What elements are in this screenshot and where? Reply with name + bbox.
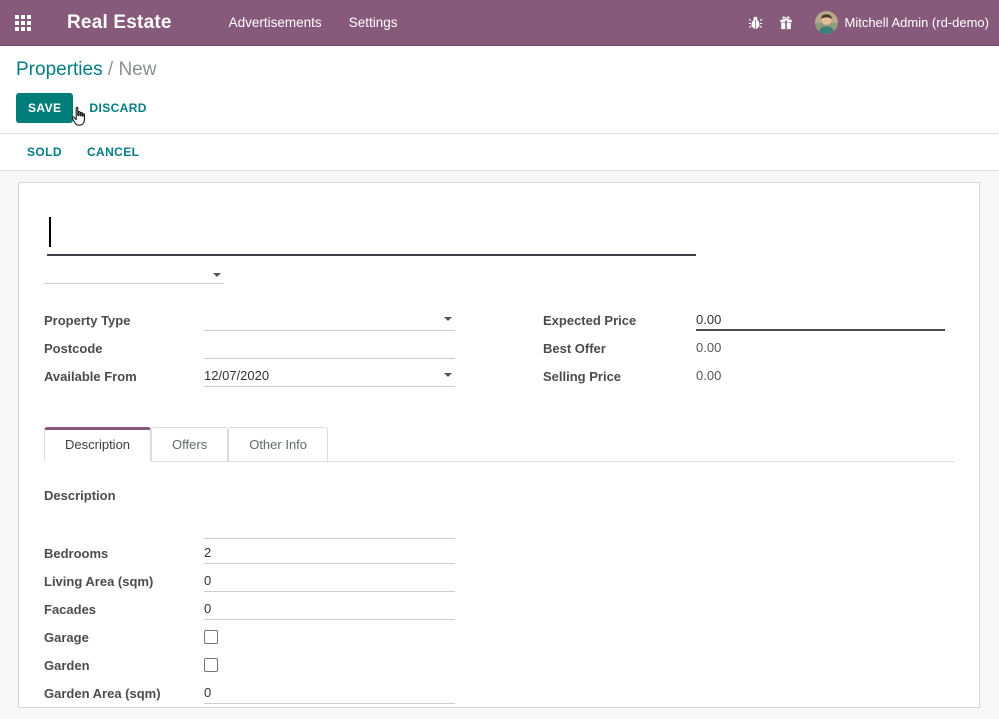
facades-input[interactable]: 0 [204, 598, 455, 620]
description-tab-content: Description Bedrooms 2 Living Area (sqm)… [44, 462, 954, 707]
available-from-label: Available From [44, 369, 204, 384]
top-navbar: Real Estate Advertisements Settings [0, 0, 999, 46]
facades-label: Facades [44, 602, 204, 617]
facades-row: Facades 0 [44, 595, 954, 623]
property-type-label: Property Type [44, 313, 204, 328]
property-type-input[interactable] [204, 309, 455, 331]
living-area-input[interactable]: 0 [204, 570, 455, 592]
property-name-input[interactable] [47, 208, 696, 256]
property-type-row: Property Type [44, 306, 499, 334]
available-from-value: 12/07/2020 [204, 368, 269, 383]
expected-price-label: Expected Price [543, 313, 696, 328]
user-avatar[interactable] [815, 11, 838, 34]
gift-icon[interactable] [771, 16, 801, 30]
chevron-down-icon [213, 273, 221, 277]
tab-other-info[interactable]: Other Info [228, 427, 328, 462]
form-statusbar: SOLD CANCEL [0, 134, 999, 171]
postcode-row: Postcode [44, 334, 499, 362]
expected-price-input[interactable]: 0.00 [696, 309, 945, 331]
chevron-down-icon [444, 317, 452, 321]
apps-grid-icon [15, 15, 31, 31]
tags-input[interactable] [44, 265, 224, 284]
apps-menu-button[interactable] [0, 0, 46, 46]
save-button-label: SAVE [28, 101, 61, 115]
selling-price-label: Selling Price [543, 369, 696, 384]
best-offer-value: 0.00 [696, 337, 945, 359]
bedrooms-input[interactable]: 2 [204, 542, 455, 564]
mouse-pointer-icon [69, 106, 88, 131]
postcode-label: Postcode [44, 341, 204, 356]
menu-advertisements[interactable]: Advertisements [229, 15, 322, 30]
cancel-button[interactable]: CANCEL [87, 145, 139, 159]
garage-checkbox[interactable] [204, 630, 218, 644]
garden-label: Garden [44, 658, 204, 673]
form-view: Property Type Postcode Available From [0, 171, 999, 719]
expected-price-row: Expected Price 0.00 [543, 306, 945, 334]
available-from-input[interactable]: 12/07/2020 [204, 365, 455, 387]
right-field-group: Expected Price 0.00 Best Offer 0.00 Sell… [543, 306, 945, 390]
chevron-down-icon [444, 373, 452, 377]
bedrooms-row: Bedrooms 2 [44, 539, 954, 567]
living-area-value: 0 [204, 573, 211, 588]
bedrooms-label: Bedrooms [44, 546, 204, 561]
garden-checkbox[interactable] [204, 658, 218, 672]
garden-area-value: 0 [204, 685, 211, 700]
control-panel: Properties / New SAVE DISCARD [0, 46, 999, 134]
form-sheet: Property Type Postcode Available From [18, 182, 980, 708]
breadcrumb-separator: / [108, 59, 113, 80]
save-button[interactable]: SAVE [16, 93, 73, 123]
breadcrumb-properties[interactable]: Properties [16, 59, 103, 80]
user-name[interactable]: Mitchell Admin (rd-demo) [845, 15, 990, 30]
navbar-systray: Mitchell Admin (rd-demo) [741, 11, 999, 34]
garage-label: Garage [44, 630, 204, 645]
sold-button[interactable]: SOLD [27, 145, 62, 159]
breadcrumb: Properties / New [16, 59, 983, 81]
discard-button[interactable]: DISCARD [89, 101, 146, 115]
control-panel-buttons: SAVE DISCARD [16, 93, 983, 123]
available-from-row: Available From 12/07/2020 [44, 362, 499, 390]
notebook-tabs: Description Offers Other Info [44, 427, 954, 462]
garage-row: Garage [44, 623, 954, 651]
garden-area-row: Garden Area (sqm) 0 [44, 679, 954, 707]
garden-area-input[interactable]: 0 [204, 682, 455, 704]
selling-price-value: 0.00 [696, 365, 945, 387]
bug-icon[interactable] [741, 15, 771, 30]
facades-value: 0 [204, 601, 211, 616]
tab-offers[interactable]: Offers [151, 427, 228, 462]
description-label: Description [44, 485, 204, 539]
living-area-label: Living Area (sqm) [44, 574, 204, 589]
breadcrumb-new: New [118, 59, 156, 80]
garden-area-label: Garden Area (sqm) [44, 686, 204, 701]
living-area-row: Living Area (sqm) 0 [44, 567, 954, 595]
bedrooms-value: 2 [204, 545, 211, 560]
postcode-input[interactable] [204, 337, 455, 359]
app-title: Real Estate [67, 12, 172, 34]
selling-price-row: Selling Price 0.00 [543, 362, 945, 390]
description-input[interactable] [204, 485, 455, 539]
menu-settings[interactable]: Settings [349, 15, 398, 30]
description-row: Description [44, 485, 954, 539]
left-field-group: Property Type Postcode Available From [44, 306, 499, 390]
tab-description[interactable]: Description [44, 427, 151, 462]
best-offer-row: Best Offer 0.00 [543, 334, 945, 362]
field-groups: Property Type Postcode Available From [44, 306, 954, 390]
text-cursor [49, 217, 51, 247]
expected-price-value: 0.00 [696, 312, 721, 327]
top-menu: Advertisements Settings [229, 15, 398, 30]
best-offer-label: Best Offer [543, 341, 696, 356]
garden-row: Garden [44, 651, 954, 679]
